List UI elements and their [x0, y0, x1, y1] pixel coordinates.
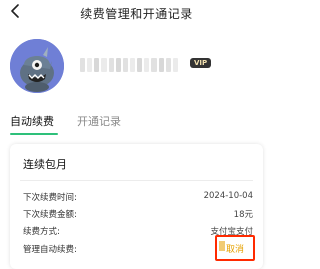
page-title: 续费管理和开通记录 — [80, 6, 193, 21]
row-label: 下次续费金额: — [23, 210, 77, 220]
profile-header: VIP — [0, 30, 273, 106]
row-label: 续费方式: — [23, 227, 60, 237]
next-renewal-date: 2024-10-04 — [203, 191, 253, 201]
next-renewal-amount: 18元 — [233, 210, 253, 220]
divider — [20, 180, 253, 181]
next-renewal-date-row: 下次续费时间: 2024-10-04 — [23, 191, 253, 205]
chevron-left-icon[interactable] — [6, 2, 24, 20]
vip-badge: VIP — [190, 58, 212, 68]
next-renewal-amount-row: 下次续费金额: 18元 — [23, 208, 253, 222]
tab-bar: 自动续费 开通记录 — [0, 110, 273, 136]
cursor-marker — [219, 241, 225, 251]
active-tab-indicator — [10, 133, 58, 135]
cancel-label: 取消 — [225, 244, 244, 255]
row-label: 下次续费时间: — [23, 193, 77, 203]
username-blurred — [80, 58, 178, 72]
plan-name: 连续包月 — [23, 158, 67, 171]
avatar[interactable] — [10, 39, 64, 93]
tab-activation-records[interactable]: 开通记录 — [77, 113, 121, 129]
top-bar: 续费管理和开通记录 — [0, 0, 273, 26]
tab-auto-renew[interactable]: 自动续费 — [10, 113, 54, 129]
manage-auto-renew-row: 管理自动续费: 取消 — [23, 235, 255, 261]
cancel-auto-renew-button[interactable]: 取消 — [215, 235, 255, 261]
subscription-card: 连续包月 下次续费时间: 2024-10-04 下次续费金额: 18元 续费方式… — [10, 144, 263, 269]
row-label: 管理自动续费: — [23, 245, 77, 255]
